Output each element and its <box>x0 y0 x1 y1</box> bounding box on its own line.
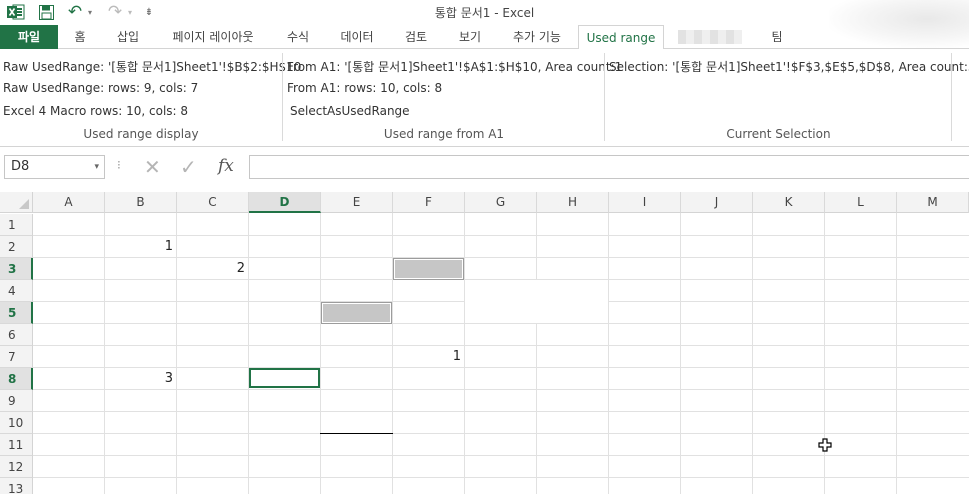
column-header[interactable]: K <box>753 192 825 213</box>
excel4-macro-size: Excel 4 Macro rows: 10, cols: 8 <box>3 104 189 118</box>
grid-line <box>896 213 897 494</box>
raw-used-range-size: Raw UsedRange: rows: 9, cols: 7 <box>3 81 199 95</box>
select-all-button[interactable] <box>0 192 33 213</box>
select-as-used-range-button[interactable]: SelectAsUsedRange <box>290 104 410 118</box>
grid-line <box>248 213 249 494</box>
row-header[interactable]: 5 <box>0 302 33 324</box>
from-a1-address: From A1: '[통합 문서1]Sheet1'!$A$1:$H$10, Ar… <box>287 60 623 74</box>
row-header[interactable]: 4 <box>0 280 33 302</box>
name-box-dropdown-icon[interactable]: ▾ <box>94 156 99 178</box>
row-header[interactable]: 2 <box>0 236 33 258</box>
row-header[interactable]: 12 <box>0 456 33 478</box>
row-header[interactable]: 3 <box>0 258 33 280</box>
group-used-range-display: Raw UsedRange: '[통합 문서1]Sheet1'!$B$2:$H$… <box>0 49 301 145</box>
tab-blurred[interactable] <box>678 30 742 44</box>
formula-bar-resize-handle[interactable]: ⁝ <box>117 158 121 172</box>
grid-line <box>33 433 969 434</box>
formula-input[interactable] <box>249 155 969 179</box>
tab-page-layout[interactable]: 페이지 레이아웃 <box>160 25 266 49</box>
cell-b8[interactable]: 3 <box>105 368 177 390</box>
column-header[interactable]: E <box>321 192 393 213</box>
row-header[interactable]: 6 <box>0 324 33 346</box>
tab-file[interactable]: 파일 <box>0 25 58 49</box>
group-separator <box>951 53 952 141</box>
grid-line <box>33 323 969 324</box>
formula-bar: D8 ▾ ⁝ ✕ ✓ fx <box>0 147 969 190</box>
group-label: Used range display <box>83 127 199 141</box>
tab-insert[interactable]: 삽입 <box>104 25 152 49</box>
blank-region <box>465 280 608 323</box>
group-separator <box>282 53 283 141</box>
name-box[interactable]: D8 ▾ <box>4 155 105 179</box>
column-header[interactable]: D <box>249 192 321 213</box>
group-separator <box>604 53 605 141</box>
grid-line <box>320 213 321 494</box>
row-header[interactable]: 9 <box>0 390 33 412</box>
cell-c3[interactable]: 2 <box>177 258 249 280</box>
group-current-selection: Selection: '[통합 문서1]Sheet1'!$F$3,$E$5,$D… <box>606 49 969 145</box>
grid-line <box>536 213 537 494</box>
raw-used-range-address: Raw UsedRange: '[통합 문서1]Sheet1'!$B$2:$H$… <box>3 60 302 74</box>
column-header[interactable]: C <box>177 192 249 213</box>
column-header[interactable]: G <box>465 192 537 213</box>
grid-line <box>33 345 969 346</box>
selected-cell-e5[interactable] <box>321 302 392 324</box>
mouse-cursor-icon <box>818 438 832 455</box>
column-header[interactable]: J <box>681 192 753 213</box>
column-header[interactable]: H <box>537 192 609 213</box>
grid-line <box>680 213 681 494</box>
ribbon-panel: Raw UsedRange: '[통합 문서1]Sheet1'!$B$2:$H$… <box>0 49 969 147</box>
worksheet-grid: A B C D E F G H I J K L M 1 2 3 4 5 6 7 … <box>0 190 969 494</box>
ribbon-tabs: 파일 홈 삽입 페이지 레이아웃 수식 데이터 검토 보기 추가 기능 Used… <box>0 25 969 50</box>
row-header[interactable]: 8 <box>0 368 33 390</box>
row-header[interactable]: 7 <box>0 346 33 368</box>
window-title: 통합 문서1 - Excel <box>434 6 535 20</box>
selected-cell-f3[interactable] <box>393 258 464 280</box>
tab-review[interactable]: 검토 <box>392 25 440 49</box>
cell-f7[interactable]: 1 <box>393 346 465 368</box>
column-header[interactable]: A <box>33 192 105 213</box>
tab-view[interactable]: 보기 <box>446 25 494 49</box>
tab-used-range[interactable]: Used range <box>578 25 664 50</box>
name-box-value: D8 <box>11 159 30 174</box>
group-label: Current Selection <box>726 127 831 141</box>
cell-border <box>320 433 393 434</box>
tab-formulas[interactable]: 수식 <box>274 25 322 49</box>
grid-line <box>608 213 609 494</box>
column-header[interactable]: I <box>609 192 681 213</box>
row-header[interactable]: 1 <box>0 214 33 236</box>
group-used-range-from-a1: From A1: '[통합 문서1]Sheet1'!$A$1:$H$10, Ar… <box>284 49 622 145</box>
grid-line <box>752 213 753 494</box>
select-all-icon <box>19 199 29 209</box>
row-header[interactable]: 13 <box>0 478 33 494</box>
tab-home[interactable]: 홈 <box>62 25 98 49</box>
row-header[interactable]: 10 <box>0 412 33 434</box>
grid-line <box>33 477 969 478</box>
tab-team[interactable]: 팀 <box>760 25 794 49</box>
insert-function-icon[interactable]: fx <box>218 156 234 176</box>
grid-line <box>33 411 969 412</box>
cancel-icon[interactable]: ✕ <box>144 157 161 177</box>
cell-b2[interactable]: 1 <box>105 236 177 258</box>
selection-address: Selection: '[통합 문서1]Sheet1'!$F$3,$E$5,$D… <box>609 60 969 74</box>
enter-icon[interactable]: ✓ <box>180 157 197 177</box>
tab-add-ins[interactable]: 추가 기능 <box>502 25 572 49</box>
column-header[interactable]: F <box>393 192 465 213</box>
title-bar: ↶ ▾ ↷ ▾ ⇟ 통합 문서1 - Excel <box>0 0 969 48</box>
from-a1-size: From A1: rows: 10, cols: 8 <box>287 81 443 95</box>
column-header[interactable]: M <box>897 192 969 213</box>
column-header[interactable]: L <box>825 192 897 213</box>
active-cell-d8[interactable] <box>249 368 320 388</box>
group-label: Used range from A1 <box>383 127 505 141</box>
grid-line <box>33 455 969 456</box>
column-header[interactable]: B <box>105 192 177 213</box>
tab-data[interactable]: 데이터 <box>330 25 384 49</box>
row-header[interactable]: 11 <box>0 434 33 456</box>
